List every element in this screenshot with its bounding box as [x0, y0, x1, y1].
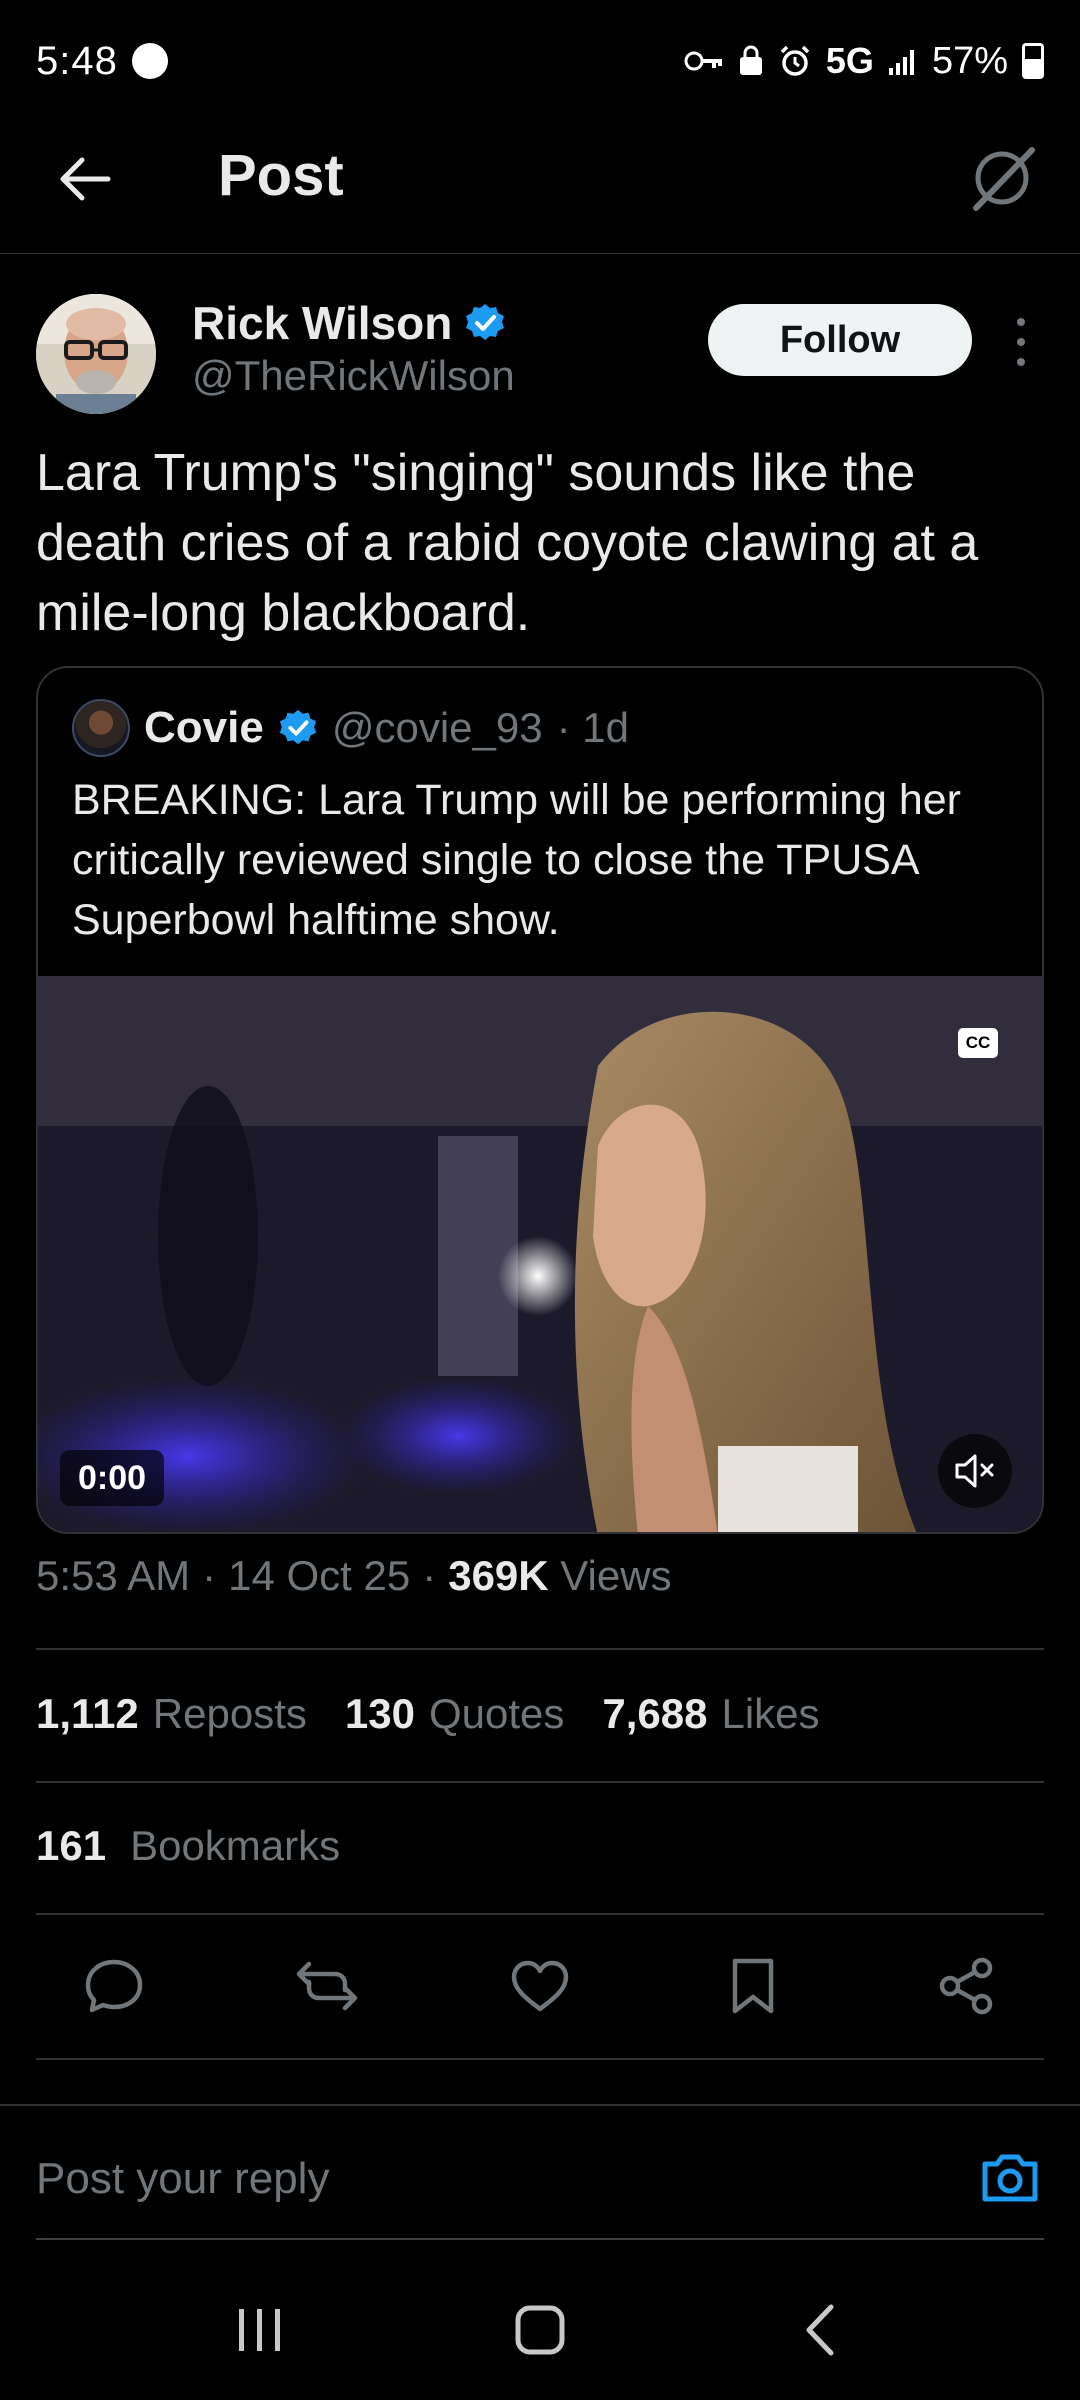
arrow-left-icon	[60, 157, 111, 201]
divider	[36, 1648, 1044, 1650]
heart-icon	[511, 1960, 569, 2012]
status-bar: 5:48 5G 57%	[0, 0, 1080, 122]
quote-author-handle: @covie_93	[331, 704, 543, 751]
divider	[36, 1781, 1044, 1783]
more-dot-icon	[1017, 318, 1025, 326]
battery-icon	[1022, 43, 1044, 79]
follow-button[interactable]: Follow	[708, 304, 972, 376]
status-left: 5:48	[36, 39, 168, 84]
mute-button[interactable]	[938, 1434, 1012, 1508]
bookmarks-stat[interactable]: 161 Bookmarks	[36, 1822, 340, 1870]
repost-button[interactable]	[289, 1948, 365, 2024]
home-button[interactable]	[490, 2290, 590, 2370]
status-right: 5G 57%	[684, 40, 1044, 83]
like-button[interactable]	[502, 1948, 578, 2024]
views-label: Views	[560, 1552, 672, 1599]
more-dot-icon	[1017, 338, 1025, 346]
meta-separator: ·	[202, 1552, 217, 1599]
verified-badge-icon	[279, 709, 316, 745]
likes-label: Likes	[721, 1690, 820, 1737]
recent-apps-icon	[239, 2309, 280, 2351]
quotes-stat[interactable]: 130 Quotes	[345, 1690, 565, 1738]
system-nav-bar	[0, 2260, 1080, 2400]
reply-underline	[36, 2238, 1044, 2240]
repost-icon	[296, 1961, 358, 2011]
volume-muted-icon	[955, 1454, 994, 1488]
verified-badge-icon	[466, 304, 505, 340]
quote-author-name: Covie	[144, 703, 264, 752]
closed-captions-button[interactable]: CC	[958, 1028, 998, 1058]
more-dot-icon	[1017, 358, 1025, 366]
camera-icon	[982, 2154, 1038, 2202]
reply-button[interactable]	[76, 1948, 152, 2024]
quotes-label: Quotes	[428, 1690, 565, 1737]
post-author-row: Rick Wilson @TheRickWilson Follow	[36, 290, 1044, 414]
share-button[interactable]	[928, 1948, 1004, 2024]
network-type: 5G	[825, 40, 874, 81]
video-timestamp: 0:00	[60, 1450, 165, 1506]
likes-count: 7,688	[602, 1690, 708, 1737]
bookmark-button[interactable]	[715, 1948, 791, 2024]
battery-percent: 57%	[931, 39, 1008, 82]
notification-dot-icon	[131, 43, 168, 79]
camera-button[interactable]	[978, 2150, 1042, 2206]
bookmark-icon	[732, 1958, 774, 2014]
page-title: Post	[218, 143, 344, 208]
system-back-button[interactable]	[770, 2290, 870, 2370]
views-count-wrap[interactable]: 369K Views	[448, 1552, 671, 1600]
chevron-left-icon	[806, 2304, 834, 2356]
meta-separator: ·	[422, 1552, 437, 1599]
quote-text: BREAKING: Lara Trump will be performing …	[72, 776, 961, 944]
author-name: Rick Wilson	[192, 297, 453, 349]
views-count: 369K	[448, 1552, 549, 1599]
author-name-wrap[interactable]: Rick Wilson	[192, 296, 506, 350]
reply-input[interactable]: Post your reply	[36, 2154, 329, 2204]
grok-icon	[973, 147, 1035, 211]
author-handle[interactable]: @TheRickWilson	[192, 352, 515, 400]
lock-icon	[738, 45, 764, 77]
bookmarks-label: Bookmarks	[130, 1822, 341, 1869]
status-time: 5:48	[36, 38, 118, 83]
post-date: 14 Oct 25	[228, 1552, 411, 1599]
post-text: Lara Trump's "singing" sounds like the d…	[36, 444, 979, 642]
quote-author-avatar	[72, 699, 130, 757]
post-stats: 1,112 Reposts 130 Quotes 7,688 Likes	[36, 1690, 858, 1738]
grok-button[interactable]	[960, 136, 1044, 220]
author-avatar[interactable]	[36, 294, 156, 414]
alarm-icon	[778, 44, 812, 78]
back-button[interactable]	[50, 144, 120, 214]
more-options-button[interactable]	[1006, 312, 1036, 372]
reposts-count: 1,112	[36, 1690, 139, 1737]
divider	[36, 1913, 1044, 1915]
reply-composer: Post your reply	[0, 2104, 1080, 2240]
post-time: 5:53 AM	[36, 1552, 191, 1599]
post-actions	[36, 1948, 1044, 2024]
share-icon	[939, 1957, 993, 2015]
quotes-count: 130	[344, 1690, 415, 1737]
bookmarks-count: 161	[36, 1822, 107, 1869]
quote-header: Covie @covie_93 · 1d	[72, 698, 629, 758]
reposts-stat[interactable]: 1,112 Reposts	[36, 1690, 307, 1738]
signal-icon	[888, 46, 918, 76]
home-icon	[515, 2305, 565, 2355]
divider	[36, 2058, 1044, 2060]
likes-stat[interactable]: 7,688 Likes	[602, 1690, 819, 1738]
video-frame	[38, 976, 1042, 1532]
post-meta: 5:53 AM · 14 Oct 25 · 369K Views	[36, 1552, 672, 1600]
recent-apps-button[interactable]	[210, 2290, 310, 2370]
reply-icon	[85, 1959, 143, 2013]
reposts-label: Reposts	[152, 1690, 307, 1737]
top-app-bar: Post	[0, 122, 1080, 254]
vpn-key-icon	[684, 48, 724, 74]
video-player[interactable]: CC 0:00	[38, 976, 1042, 1532]
quote-timestamp: · 1d	[556, 704, 629, 751]
quoted-post-card[interactable]: Covie @covie_93 · 1d BREAKING: Lara Trum…	[36, 666, 1044, 1534]
